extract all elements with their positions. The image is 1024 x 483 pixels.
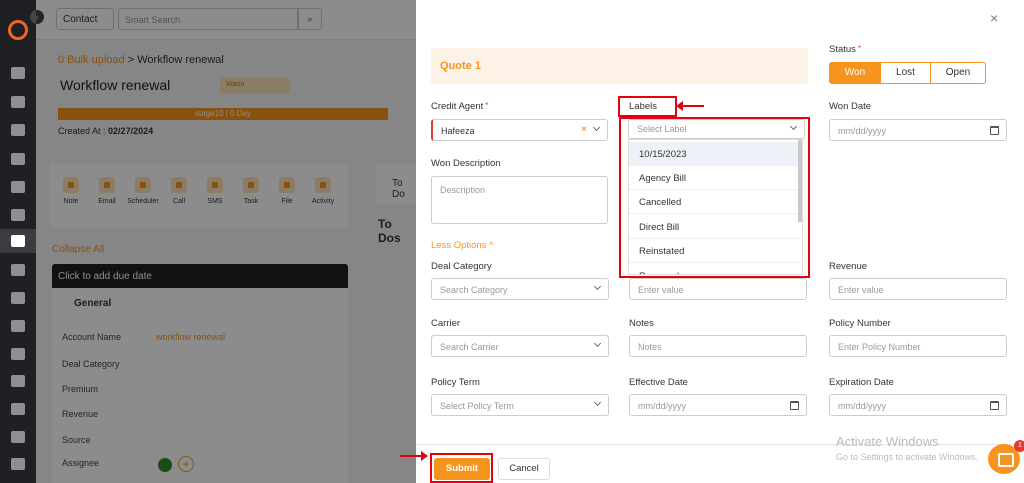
activation-watermark-sub: Go to Settings to activate Windows.	[836, 452, 979, 462]
expiration-date-input[interactable]: mm/dd/yyyy	[829, 394, 1007, 416]
dashboard-icon[interactable]	[11, 67, 25, 79]
credit-agent-select[interactable]: Hafeeza ×	[431, 119, 608, 141]
policy-term-select[interactable]: Select Policy Term	[431, 394, 609, 416]
policy-number-input[interactable]: Enter Policy Number	[829, 335, 1007, 357]
status-toggle: Won Lost Open	[829, 62, 986, 84]
calendar-icon[interactable]	[990, 401, 999, 410]
pipeline-icon[interactable]	[11, 235, 25, 247]
status-label-text: Status	[829, 44, 856, 55]
revenue-input[interactable]: Enter value	[829, 278, 1007, 300]
required-marker: *	[485, 101, 489, 110]
effective-date-label: Effective Date	[629, 377, 688, 388]
won-description-textarea[interactable]: Description	[431, 176, 608, 224]
annotation-arrow	[676, 101, 704, 111]
carrier-label: Carrier	[431, 318, 461, 329]
quote-modal: × Quote 1 Status * Won Lost Open Credit A…	[400, 0, 1024, 483]
less-options-label: Less Options	[431, 240, 487, 251]
revenue-label: Revenue	[829, 261, 868, 272]
deal-category-select[interactable]: Search Category	[431, 278, 609, 300]
won-date-label: Won Date	[829, 101, 872, 112]
calendar-icon[interactable]	[11, 431, 25, 443]
expiration-date-placeholder: mm/dd/yyyy	[838, 401, 887, 411]
expiration-date-label: Expiration Date	[829, 377, 894, 388]
chevron-down-icon	[593, 339, 602, 348]
won-date-input[interactable]: mm/dd/yyyy	[829, 119, 1007, 141]
chevron-down-icon	[593, 398, 602, 407]
policy-number-label: Policy Number	[829, 318, 891, 329]
folder-icon[interactable]	[11, 348, 25, 360]
calendar-icon[interactable]	[790, 401, 799, 410]
chat-badge: 1	[1014, 440, 1024, 452]
credit-agent-value: Hafeeza	[441, 126, 475, 136]
chevron-down-icon	[593, 282, 602, 291]
forms-icon[interactable]	[11, 403, 25, 415]
chevron-up-icon: ^	[489, 240, 494, 251]
policy-term-label: Policy Term	[431, 377, 480, 388]
required-marker: *	[857, 44, 862, 53]
effective-date-input[interactable]: mm/dd/yyyy	[629, 394, 807, 416]
less-options-toggle[interactable]: Less Options ^	[431, 240, 494, 251]
bank-icon[interactable]	[11, 153, 25, 165]
carrier-placeholder: Search Carrier	[440, 342, 499, 352]
profile-icon[interactable]	[11, 209, 25, 221]
contacts-icon[interactable]	[11, 96, 25, 108]
clear-icon[interactable]: ×	[581, 124, 587, 135]
left-sidebar: ›	[0, 0, 44, 483]
calendar-icon[interactable]	[990, 126, 999, 135]
annotation-box-dropdown	[619, 117, 810, 278]
policy-term-placeholder: Select Policy Term	[440, 401, 514, 411]
chevron-down-icon	[592, 123, 601, 132]
won-date-placeholder: mm/dd/yyyy	[838, 126, 887, 136]
quote-header: Quote 1	[431, 48, 808, 84]
close-icon[interactable]: ×	[990, 10, 998, 26]
google-icon[interactable]	[11, 375, 25, 387]
annotation-box-labels	[618, 96, 677, 117]
cancel-button[interactable]: Cancel	[498, 458, 550, 480]
megaphone-icon[interactable]	[11, 264, 25, 276]
credit-agent-label-text: Credit Agent	[431, 101, 484, 112]
notes-label: Notes	[629, 318, 654, 329]
won-description-label: Won Description	[431, 158, 501, 169]
status-lost-button[interactable]: Lost	[880, 62, 931, 84]
annotation-arrow	[400, 451, 428, 461]
effective-date-placeholder: mm/dd/yyyy	[638, 401, 687, 411]
deal-category-placeholder: Search Category	[440, 285, 508, 295]
deal-category-label: Deal Category	[431, 261, 492, 272]
activation-watermark: Activate Windows	[836, 434, 939, 449]
status-won-button[interactable]: Won	[829, 62, 881, 84]
status-label: Status *	[829, 44, 861, 55]
annotation-box-submit	[430, 453, 493, 483]
reports-icon[interactable]	[11, 320, 25, 332]
carrier-select[interactable]: Search Carrier	[431, 335, 609, 357]
app-logo[interactable]	[3, 15, 33, 45]
notes-textarea[interactable]: Notes	[629, 335, 807, 357]
quote-title: Quote 1	[440, 60, 481, 72]
modal-backdrop[interactable]	[36, 0, 416, 483]
list-icon[interactable]	[11, 181, 25, 193]
credit-agent-label: Credit Agent *	[431, 101, 488, 112]
premium-input[interactable]: Enter value	[629, 278, 807, 300]
documents-icon[interactable]	[11, 124, 25, 136]
book-icon[interactable]	[11, 292, 25, 304]
status-open-button[interactable]: Open	[930, 62, 986, 84]
mail-icon[interactable]	[11, 458, 25, 470]
